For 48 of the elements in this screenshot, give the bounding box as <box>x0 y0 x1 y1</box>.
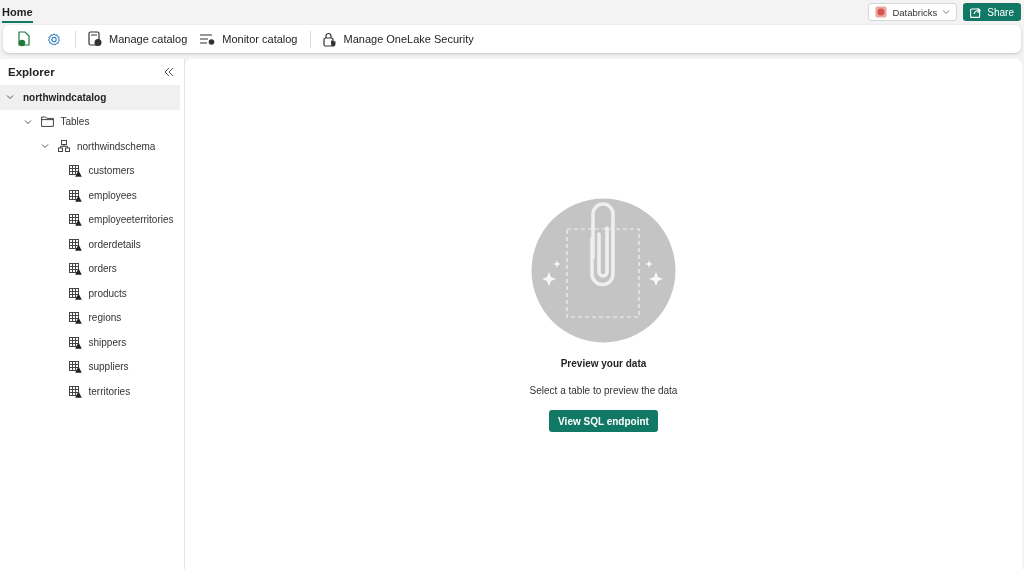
list-monitor-icon <box>199 33 216 45</box>
tree-item[interactable]: products <box>0 281 180 306</box>
tree-item[interactable]: territories <box>0 379 180 404</box>
table-icon <box>68 164 82 178</box>
tree-item[interactable]: shippers <box>0 330 180 355</box>
chevron-icon <box>23 117 32 126</box>
tree-item[interactable]: orderdetails <box>0 232 180 257</box>
settings-icon <box>47 31 61 47</box>
databricks-icon <box>875 6 888 18</box>
table-icon <box>68 311 82 325</box>
tree-item[interactable]: employeeterritories <box>0 207 180 232</box>
table-icon <box>68 335 82 349</box>
tree-item[interactable]: customers <box>0 158 180 183</box>
tree-item[interactable]: orders <box>0 256 180 281</box>
folder-icon <box>40 116 54 128</box>
file-icon <box>17 31 31 47</box>
table-icon <box>68 384 82 398</box>
double-chevron-left-icon <box>164 67 174 77</box>
empty-state-title: Preview your data <box>560 358 647 369</box>
home-tab[interactable]: Home <box>2 1 33 23</box>
toolbar-button[interactable]: Monitor catalog <box>195 27 302 51</box>
empty-state-message: Select a table to preview the data <box>529 385 678 396</box>
share-icon <box>970 6 983 18</box>
catalog-icon <box>88 31 102 47</box>
chevron-down-icon <box>942 9 951 15</box>
table-icon <box>68 213 82 227</box>
view-sql-endpoint-button[interactable]: View SQL endpoint <box>549 410 658 432</box>
tree-item[interactable]: suppliers <box>0 354 180 379</box>
explorer-title: Explorer <box>8 66 55 78</box>
collapse-button[interactable] <box>162 65 176 79</box>
share-button[interactable]: Share <box>963 3 1021 21</box>
table-icon <box>68 262 82 276</box>
table-icon <box>68 237 82 251</box>
tree-item[interactable]: northwindcatalog <box>0 85 180 110</box>
table-icon <box>68 360 82 374</box>
tree-item[interactable]: northwindschema <box>0 134 180 159</box>
tree-item[interactable]: regions <box>0 305 180 330</box>
lock-shield-icon <box>322 31 337 47</box>
tree-item[interactable]: Tables <box>0 109 180 134</box>
table-icon <box>68 188 82 202</box>
toolbar-button[interactable]: Manage catalog <box>84 27 192 51</box>
chevron-icon <box>41 142 49 151</box>
workspace-dropdown[interactable]: Databricks <box>868 3 958 21</box>
chevron-icon <box>6 93 14 102</box>
table-icon <box>68 286 82 300</box>
toolbar-button[interactable]: Manage OneLake Security <box>318 27 478 51</box>
tree-item[interactable]: employees <box>0 183 180 208</box>
schema-icon <box>58 140 70 153</box>
